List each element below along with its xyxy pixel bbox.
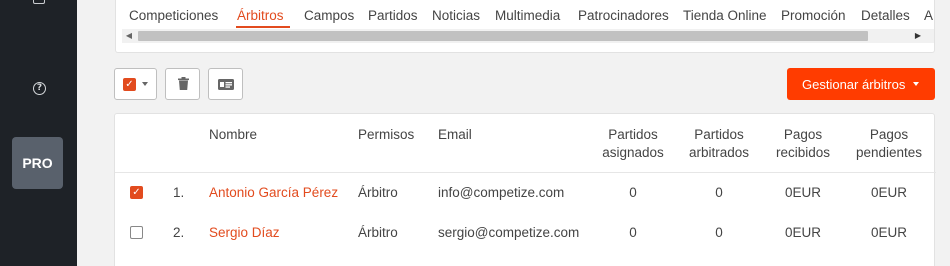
header-line: arbitrados (688, 145, 750, 160)
header-line: Partidos (608, 127, 658, 142)
chevron-down-icon (913, 82, 919, 86)
active-tab-underline (236, 26, 290, 28)
row-assigned: 0 (629, 185, 637, 200)
header-nombre[interactable]: Nombre (209, 126, 257, 144)
header-divider (115, 172, 936, 173)
tab-detalles[interactable]: Detalles (861, 8, 910, 23)
tab-competiciones[interactable]: Competiciones (129, 8, 218, 23)
tab-overflow[interactable]: A (924, 8, 933, 23)
row-index: 1. (173, 185, 185, 200)
trash-icon (178, 77, 189, 90)
id-card-button[interactable] (208, 68, 243, 100)
row-refereed: 0 (715, 185, 723, 200)
sidebar: ? PRO (0, 0, 77, 266)
row-received: 0EUR (784, 185, 821, 200)
manage-referees-button[interactable]: Gestionar árbitros (787, 68, 935, 100)
row-received: 0EUR (784, 225, 821, 240)
header-partidos-asignados[interactable]: Partidos asignados (593, 126, 673, 162)
scroll-left-arrow-icon[interactable]: ◀ (122, 29, 136, 43)
tabs-bar: Competiciones Árbitros Campos Partidos N… (115, 0, 935, 53)
tab-campos[interactable]: Campos (304, 8, 354, 23)
header-line: pendientes (855, 145, 923, 160)
header-pagos-recibidos[interactable]: Pagos recibidos (763, 126, 843, 162)
chevron-down-icon (142, 82, 148, 86)
scroll-right-arrow-icon[interactable]: ▶ (911, 29, 925, 43)
tab-multimedia[interactable]: Multimedia (495, 8, 560, 23)
header-line: Pagos (869, 127, 909, 142)
pro-badge[interactable]: PRO (12, 137, 63, 189)
calendar-icon[interactable] (33, 0, 45, 4)
tab-promocion[interactable]: Promoción (781, 8, 846, 23)
header-email[interactable]: Email (438, 126, 472, 144)
referee-name-link[interactable]: Antonio García Pérez (209, 184, 338, 202)
referees-table: Nombre Permisos Email Partidos asignados… (114, 113, 936, 266)
row-checkbox[interactable] (130, 226, 143, 239)
checkbox-checked-icon: ✓ (123, 78, 136, 91)
row-pending: 0EUR (870, 185, 907, 200)
header-pagos-pendientes[interactable]: Pagos pendientes (848, 126, 930, 162)
tab-partidos[interactable]: Partidos (368, 8, 418, 23)
id-card-icon (218, 79, 234, 90)
header-line: Partidos (694, 127, 744, 142)
tab-noticias[interactable]: Noticias (432, 8, 480, 23)
row-permission: Árbitro (358, 225, 398, 240)
tabs-scrollbar[interactable]: ◀ ▶ (122, 29, 934, 43)
referee-name-link[interactable]: Sergio Díaz (209, 224, 280, 242)
row-assigned: 0 (629, 225, 637, 240)
select-all-dropdown-button[interactable]: ✓ (114, 68, 157, 100)
manage-referees-label: Gestionar árbitros (802, 77, 906, 92)
tab-tienda-online[interactable]: Tienda Online (683, 8, 767, 23)
header-partidos-arbitrados[interactable]: Partidos arbitrados (679, 126, 759, 162)
header-line: asignados (602, 145, 664, 160)
row-permission: Árbitro (358, 185, 398, 200)
row-refereed: 0 (715, 225, 723, 240)
row-email: info@competize.com (438, 185, 565, 200)
tab-arbitros[interactable]: Árbitros (237, 8, 284, 23)
row-email: sergio@competize.com (438, 225, 580, 240)
header-permisos[interactable]: Permisos (358, 126, 414, 144)
scroll-thumb[interactable] (138, 31, 868, 41)
tab-patrocinadores[interactable]: Patrocinadores (578, 8, 669, 23)
help-icon[interactable]: ? (33, 82, 46, 95)
header-line: Pagos (783, 127, 823, 142)
row-index: 2. (173, 225, 185, 240)
row-checkbox[interactable]: ✓ (130, 186, 143, 199)
row-pending: 0EUR (870, 225, 907, 240)
header-line: recibidos (775, 145, 831, 160)
delete-button[interactable] (165, 68, 200, 100)
